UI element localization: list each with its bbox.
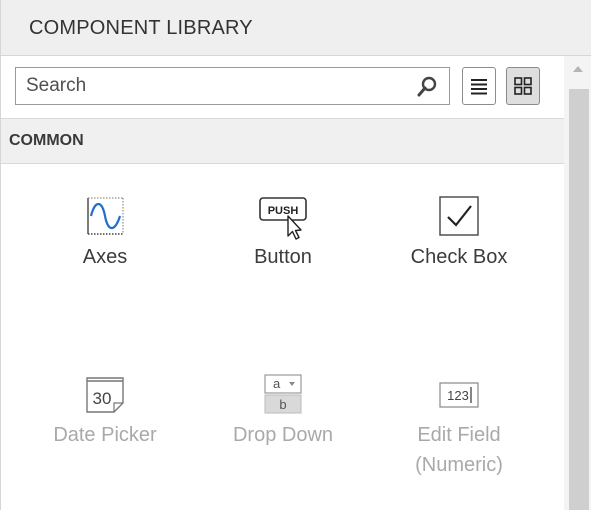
component-label: Drop Down [232,424,334,446]
category-header-common[interactable]: COMMON [1,118,564,164]
search-box[interactable] [15,67,450,105]
search-icon[interactable] [415,75,439,99]
axes-icon [85,196,125,236]
component-tile-edit-field-numeric[interactable]: 123 Edit Field (Numeric) [369,374,549,478]
component-tile-axes[interactable]: Axes [15,196,195,270]
component-label: Button [254,246,312,268]
date-picker-icon-text: 30 [93,389,112,408]
list-view-icon [471,79,487,95]
date-picker-icon: 30 [85,374,125,414]
scroll-up-arrow-icon[interactable] [573,66,583,72]
panel-title: COMPONENT LIBRARY [29,17,253,39]
edit-field-icon-text: 123 [447,388,469,403]
grid-view-button[interactable] [506,67,540,105]
panel-header: COMPONENT LIBRARY [1,0,591,56]
list-view-button[interactable] [462,67,496,105]
drop-down-icon: a b [263,374,303,414]
search-input[interactable] [16,68,396,104]
component-label: Axes [82,246,128,268]
category-title: COMMON [9,132,84,149]
component-label: Edit Field [417,424,501,446]
edit-field-numeric-icon: 123 [439,374,479,414]
component-label: Date Picker [53,424,157,446]
component-tile-check-box[interactable]: Check Box [369,196,549,270]
library-toolbar [1,56,564,118]
component-tile-button[interactable]: PUSH Button [193,196,373,270]
component-library-panel: COMPONENT LIBRARY Search COMMON Axes PUS… [0,0,591,510]
component-tile-date-picker[interactable]: 30 Date Picker [15,374,195,448]
drop-down-icon-text-bottom: b [279,397,286,412]
scrollbar-thumb[interactable] [569,89,589,510]
push-button-icon-text: PUSH [268,205,299,217]
component-label: Check Box [410,246,508,268]
vertical-scrollbar[interactable] [564,56,591,510]
grid-view-icon [514,77,532,95]
checkbox-icon [439,196,479,236]
component-label-line2: (Numeric) [415,454,503,476]
drop-down-icon-text-top: a [273,376,281,391]
push-button-icon: PUSH [258,196,308,240]
component-tile-drop-down[interactable]: a b Drop Down [193,374,373,448]
